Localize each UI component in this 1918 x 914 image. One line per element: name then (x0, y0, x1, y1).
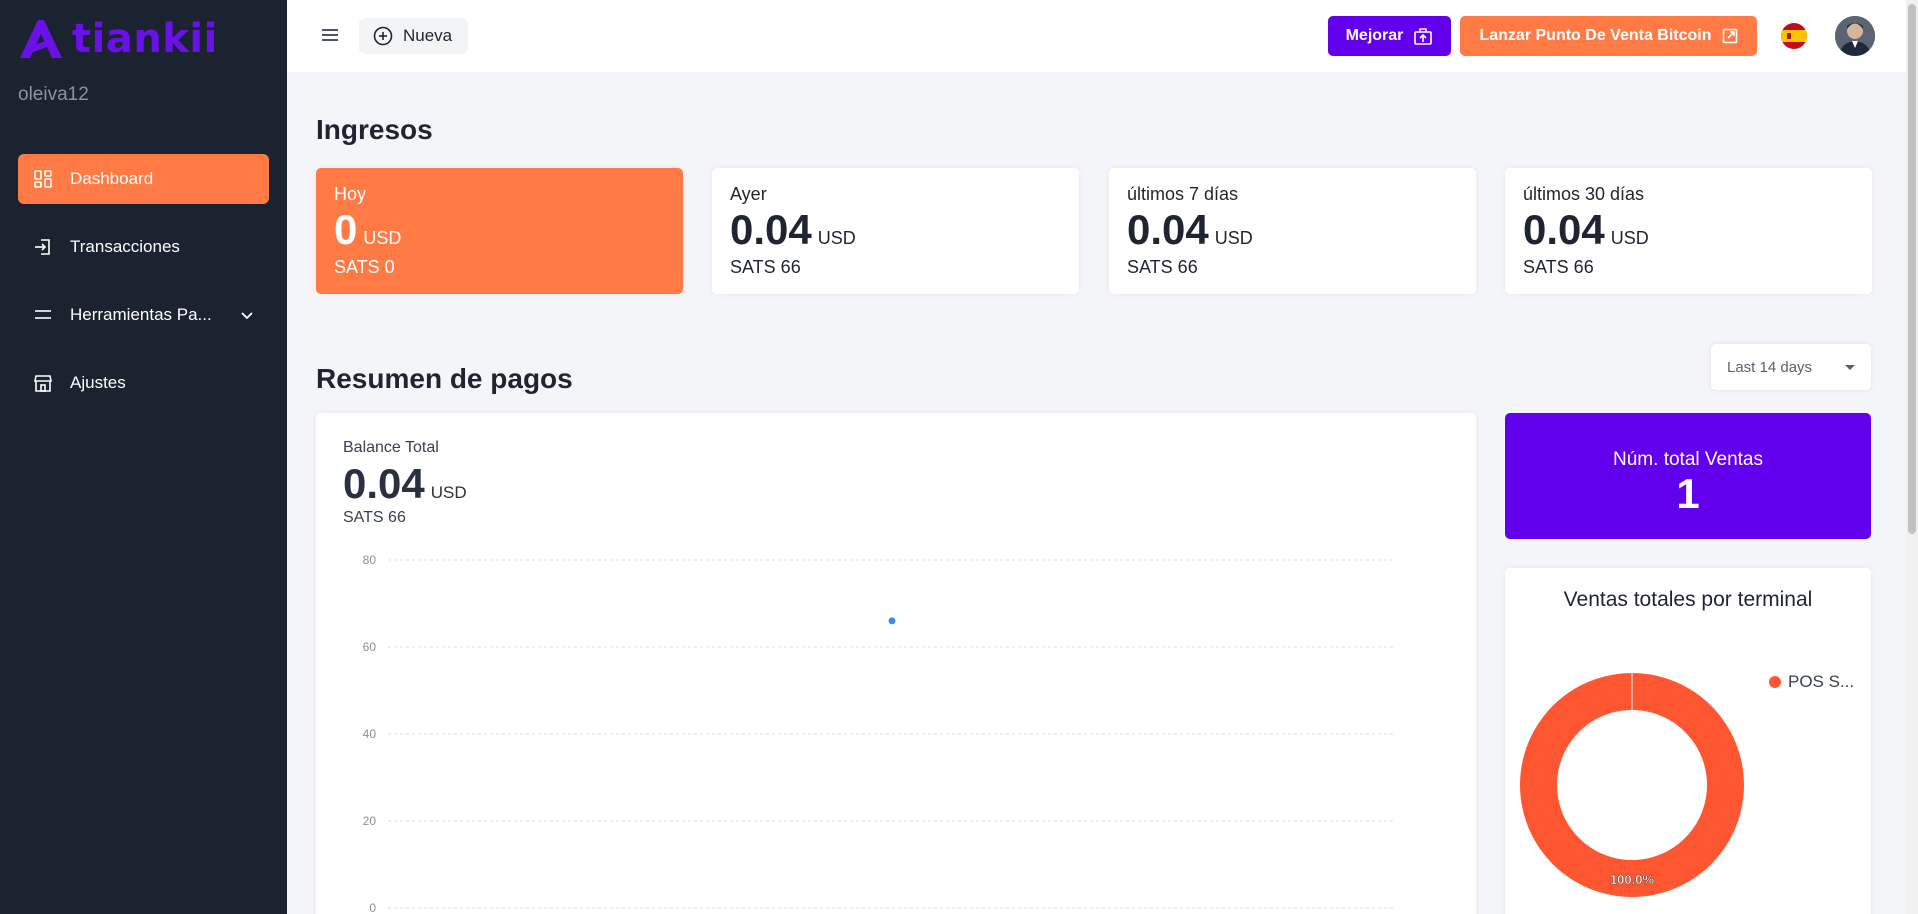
sidebar-item-ajustes[interactable]: Ajustes (18, 358, 269, 408)
chart-legend-item[interactable]: POS S... (1769, 672, 1854, 692)
sidebar-item-label: Ajustes (70, 373, 126, 392)
stat-card-hoy: Hoy 0 USD SATS 0 (316, 168, 683, 294)
stat-sats: SATS 66 (1127, 257, 1198, 277)
y-tick-label: 60 (363, 640, 377, 654)
lanzar-pos-button[interactable]: Lanzar Punto De Venta Bitcoin (1460, 16, 1757, 56)
brand-logo[interactable]: tiankii (18, 16, 218, 62)
balance-chart-card: Balance Total 0.04 USD SATS 66 80 60 40 20 0 (316, 413, 1476, 914)
legend-dot (1769, 676, 1781, 688)
date-range-select[interactable]: Last 14 days (1711, 344, 1871, 390)
y-tick-label: 20 (363, 814, 377, 828)
stat-card-7-dias: últimos 7 días 0.04 USD SATS 66 (1109, 168, 1476, 294)
page-scrollbar[interactable] (1906, 0, 1918, 914)
username: oleiva12 (18, 84, 89, 105)
scrollbar-thumb[interactable] (1908, 4, 1916, 534)
stat-sats: SATS 0 (334, 257, 395, 277)
sidebar-item-label: Dashboard (70, 169, 154, 188)
terminal-donut-chart: 100.0% (1520, 673, 1744, 897)
stat-label: últimos 7 días (1127, 184, 1239, 204)
data-point[interactable] (888, 617, 896, 625)
terminal-title: Ventas totales por terminal (1563, 588, 1813, 611)
caret-down-icon (1845, 364, 1855, 370)
stat-card-30-dias: últimos 30 días 0.04 USD SATS 66 (1505, 168, 1872, 294)
legend-label: POS S... (1788, 672, 1855, 691)
y-tick-label: 40 (363, 727, 377, 741)
mejorar-button[interactable]: Mejorar (1328, 16, 1451, 56)
sidebar-item-transacciones[interactable]: Transacciones (18, 222, 269, 272)
stat-value: 0 (334, 206, 358, 253)
plus-circle-icon (373, 26, 393, 46)
stat-sats: SATS 66 (730, 257, 801, 277)
resumen-title: Resumen de pagos (316, 363, 573, 394)
stat-unit: USD (817, 228, 856, 248)
sidebar-item-dashboard[interactable]: Dashboard (18, 154, 269, 204)
nueva-button[interactable]: Nueva (359, 18, 469, 54)
top-header: Nueva Mejorar Lanzar Punto De Venta Bitc… (287, 0, 1918, 72)
stat-value: 0.04 (1127, 206, 1209, 253)
chevron-down-icon (241, 312, 253, 320)
stat-label: Ayer (730, 184, 767, 204)
balance-chart: 80 60 40 20 0 (363, 553, 1396, 913)
lanzar-label: Lanzar Punto De Venta Bitcoin (1479, 27, 1712, 44)
store-icon (32, 372, 54, 394)
ventas-value: 1 (1676, 470, 1700, 517)
hamburger-menu-icon[interactable] (319, 24, 341, 46)
stat-label: Hoy (334, 184, 367, 204)
transactions-icon (32, 236, 54, 258)
avatar[interactable] (1835, 16, 1875, 56)
mejorar-label: Mejorar (1345, 27, 1404, 44)
ventas-label: Núm. total Ventas (1613, 449, 1763, 470)
stat-sats: SATS 66 (1523, 257, 1594, 277)
terminal-sales-card: Ventas totales por terminal POS S... 100… (1505, 568, 1871, 914)
stat-value: 0.04 (1523, 206, 1605, 253)
stat-unit: USD (363, 228, 402, 248)
total-ventas-card: Núm. total Ventas 1 (1505, 413, 1871, 539)
dashboard-grid-icon (32, 168, 54, 190)
slice-percent-label: 100.0% (1610, 872, 1655, 887)
stat-unit: USD (1610, 228, 1649, 248)
gift-upgrade-icon (1414, 28, 1433, 45)
tools-menu-icon (32, 304, 54, 326)
sidebar-item-herramientas[interactable]: Herramientas Pa... (18, 290, 269, 340)
stat-label: últimos 30 días (1523, 184, 1645, 204)
ingresos-title: Ingresos (316, 114, 433, 145)
date-range-value: Last 14 days (1727, 358, 1813, 376)
external-link-icon (1722, 28, 1737, 44)
sidebar-item-label: Transacciones (70, 237, 180, 256)
stat-unit: USD (1214, 228, 1253, 248)
brand-name: tiankii (72, 16, 218, 62)
y-tick-label: 0 (369, 901, 376, 913)
sidebar-nav: Dashboard Transacciones Herramientas Pa.… (18, 154, 269, 426)
stat-card-ayer: Ayer 0.04 USD SATS 66 (712, 168, 1079, 294)
spain-flag-icon[interactable] (1781, 23, 1807, 49)
stat-value: 0.04 (730, 206, 812, 253)
sidebar: tiankii oleiva12 Dashboard Transacciones (0, 0, 287, 914)
sidebar-item-label: Herramientas Pa... (70, 305, 212, 324)
nueva-label: Nueva (403, 26, 453, 45)
y-tick-label: 80 (363, 553, 377, 567)
tiankii-logo-icon (20, 20, 62, 58)
